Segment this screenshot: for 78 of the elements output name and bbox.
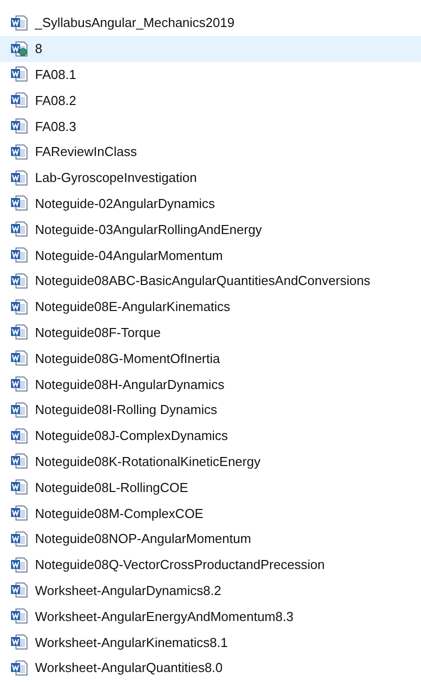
file-name: Noteguide08K-RotationalKineticEnergy — [35, 454, 260, 469]
file-row[interactable]: Noteguide08I-Rolling Dynamics — [0, 396, 421, 423]
file-row[interactable]: Noteguide08NOP-AngularMomentum — [0, 526, 421, 552]
file-name: Noteguide08NOP-AngularMomentum — [35, 531, 252, 546]
file-name: Noteguide-03AngularRollingAndEnergy — [35, 222, 262, 237]
word-document-icon — [10, 14, 28, 31]
word-document-icon — [10, 247, 28, 264]
word-document-icon — [10, 505, 28, 522]
web-document-icon — [10, 40, 28, 57]
word-document-icon — [10, 402, 28, 418]
word-document-icon — [10, 350, 28, 366]
word-document-icon — [10, 530, 28, 547]
word-document-icon — [10, 92, 28, 108]
file-row[interactable]: Noteguide08G-MomentOfInertia — [0, 345, 421, 372]
file-row[interactable]: _SyllabusAngular_Mechanics2019 — [0, 10, 421, 36]
file-row[interactable]: 8 — [0, 36, 421, 62]
file-name: Noteguide-04AngularMomentum — [35, 248, 223, 263]
file-row[interactable]: FAReviewInClass — [0, 138, 421, 165]
file-row[interactable]: Noteguide08Q-VectorCrossProductandPrecession — [0, 552, 421, 578]
file-name: FA08.2 — [35, 92, 76, 108]
file-row[interactable]: Noteguide08ABC-BasicAngularQuantitiesAndConversions — [0, 268, 421, 294]
file-row[interactable]: Noteguide-02AngularDynamics — [0, 190, 421, 216]
word-document-icon — [10, 170, 28, 186]
word-document-icon — [10, 428, 28, 444]
file-name: Noteguide08ABC-BasicAngularQuantitiesAndConversions — [35, 273, 370, 288]
word-document-icon — [10, 479, 28, 496]
file-name: Noteguide08F-Torque — [35, 324, 161, 340]
word-document-icon — [10, 376, 28, 392]
file-row[interactable]: Noteguide08H-AngularDynamics — [0, 371, 421, 397]
file-name: Lab-GyroscopeInvestigation — [35, 170, 197, 186]
file-row[interactable]: Noteguide08J-ComplexDynamics — [0, 422, 421, 449]
word-document-icon — [10, 634, 28, 650]
file-name: Noteguide08E-AngularKinematics — [35, 299, 230, 314]
word-document-icon — [10, 298, 28, 315]
file-name: Worksheet-AngularQuantities8.0 — [35, 660, 223, 676]
file-name: Noteguide08Q-VectorCrossProductandPrecession — [35, 557, 325, 572]
word-document-icon — [10, 324, 28, 340]
file-name: Noteguide-02AngularDynamics — [35, 196, 215, 211]
file-row[interactable]: Worksheet-AngularQuantities8.0 — [0, 654, 421, 681]
word-document-icon — [10, 195, 28, 212]
word-document-icon — [10, 118, 28, 134]
file-row[interactable]: Noteguide08M-ComplexCOE — [0, 500, 421, 526]
file-name: Worksheet-AngularEnergyAndMomentum8.3 — [35, 608, 294, 624]
word-document-icon — [10, 453, 28, 470]
file-row[interactable]: Worksheet-AngularEnergyAndMomentum8.3 — [0, 603, 421, 630]
word-document-icon — [10, 660, 28, 676]
file-name: Noteguide08J-ComplexDynamics — [35, 428, 228, 444]
word-document-icon — [10, 608, 28, 624]
file-row[interactable]: Noteguide-04AngularMomentum — [0, 242, 421, 268]
word-document-icon — [10, 582, 28, 598]
word-document-icon — [10, 221, 28, 238]
file-row[interactable]: Noteguide08F-Torque — [0, 320, 421, 346]
file-row[interactable]: Noteguide08L-RollingCOE — [0, 474, 421, 500]
file-name: Noteguide08L-RollingCOE — [35, 480, 188, 495]
file-name: Noteguide08I-Rolling Dynamics — [35, 402, 218, 418]
word-document-icon — [10, 144, 28, 160]
file-row[interactable]: Lab-GyroscopeInvestigation — [0, 164, 421, 191]
file-row[interactable]: Noteguide08E-AngularKinematics — [0, 294, 421, 320]
file-name: 8 — [35, 41, 42, 56]
file-row[interactable]: Noteguide-03AngularRollingAndEnergy — [0, 216, 421, 242]
file-row[interactable]: Worksheet-AngularDynamics8.2 — [0, 578, 421, 604]
file-row[interactable]: FA08.2 — [0, 87, 421, 114]
file-row[interactable]: Worksheet-AngularKinematics8.1 — [0, 629, 421, 655]
file-name: Noteguide08G-MomentOfInertia — [35, 350, 220, 366]
word-document-icon — [10, 66, 28, 82]
file-name: FAReviewInClass — [35, 144, 137, 160]
file-name: FA08.3 — [35, 118, 76, 134]
file-row[interactable]: FA08.3 — [0, 113, 421, 139]
word-document-icon — [10, 272, 28, 289]
file-name: _SyllabusAngular_Mechanics2019 — [35, 15, 234, 30]
file-name: Noteguide08H-AngularDynamics — [35, 376, 224, 392]
file-name: Worksheet-AngularDynamics8.2 — [35, 582, 222, 598]
file-name: Noteguide08M-ComplexCOE — [35, 506, 204, 521]
file-name: FA08.1 — [35, 66, 76, 82]
file-row[interactable]: Noteguide08K-RotationalKineticEnergy — [0, 448, 421, 474]
file-name: Worksheet-AngularKinematics8.1 — [35, 634, 228, 650]
word-document-icon — [10, 556, 28, 573]
file-row[interactable]: FA08.1 — [0, 62, 421, 88]
